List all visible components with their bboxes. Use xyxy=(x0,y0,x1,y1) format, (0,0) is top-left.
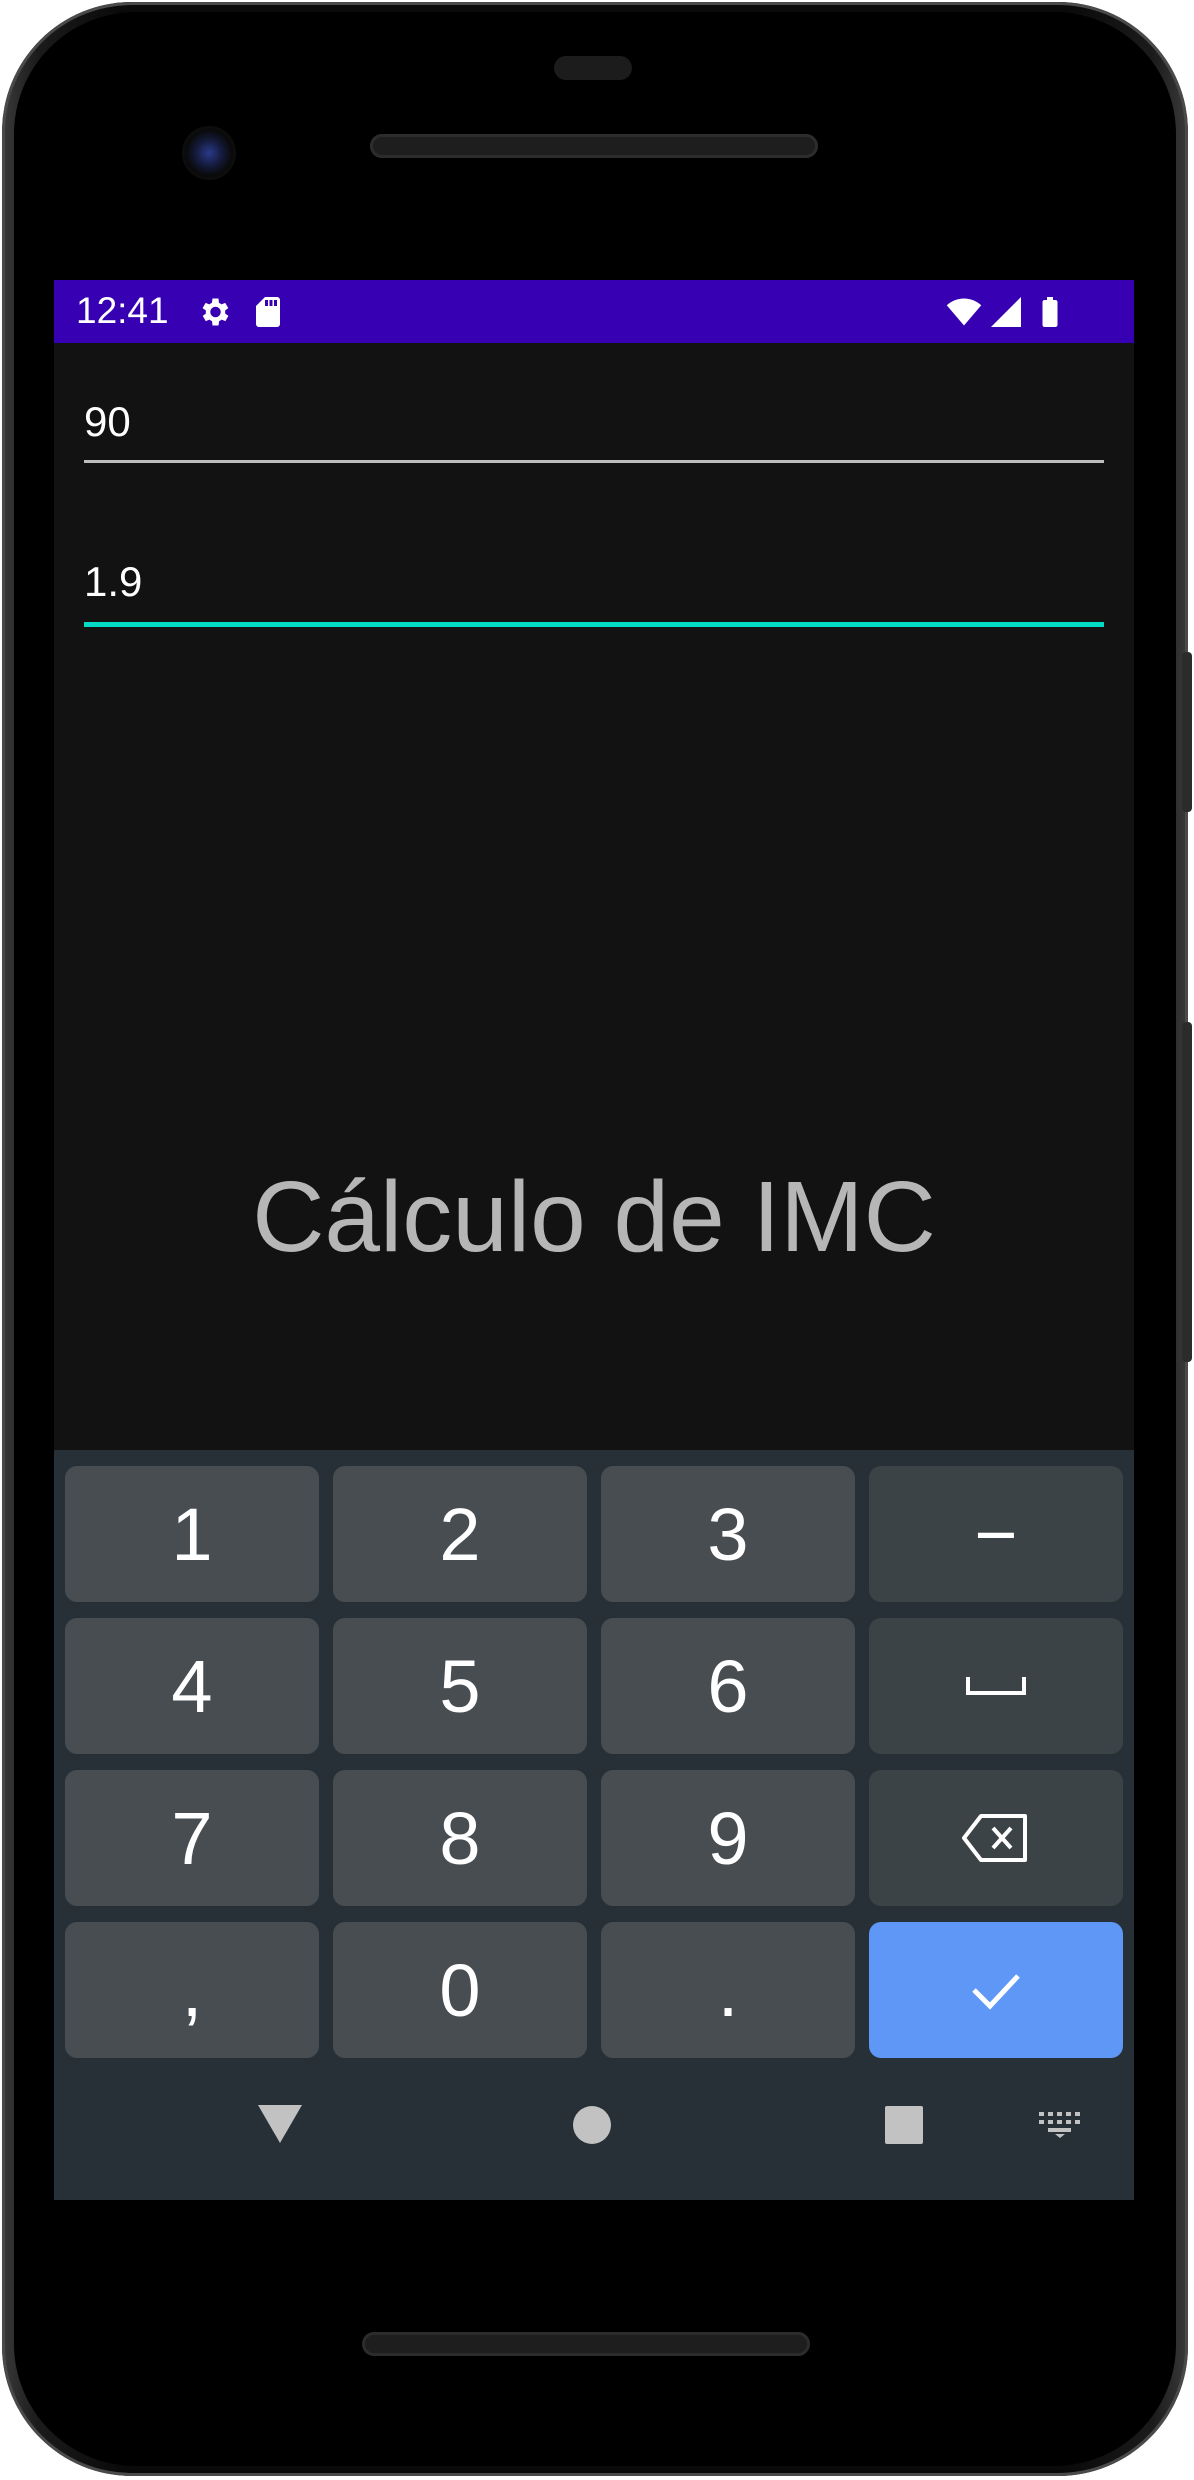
key-minus[interactable]: − xyxy=(869,1466,1123,1602)
weight-field-underline xyxy=(84,460,1104,463)
key-5[interactable]: 5 xyxy=(333,1618,587,1754)
volume-button xyxy=(1182,1022,1192,1362)
settings-gear-icon xyxy=(202,298,229,326)
bottom-speaker xyxy=(362,2332,810,2356)
key-6[interactable]: 6 xyxy=(601,1618,855,1754)
height-field-underline xyxy=(84,622,1104,627)
back-triangle-icon[interactable] xyxy=(258,2105,302,2145)
key-7[interactable]: 7 xyxy=(65,1770,319,1906)
key-8[interactable]: 8 xyxy=(333,1770,587,1906)
phone-frame: 12:41 90 1.9 Cálculo de IMC 1 2 3 − 4 5 … xyxy=(2,2,1192,2476)
key-4[interactable]: 4 xyxy=(65,1618,319,1754)
key-done[interactable] xyxy=(869,1922,1123,2058)
key-period[interactable]: . xyxy=(601,1922,855,2058)
keyboard-switch-icon[interactable] xyxy=(1039,2112,1081,2138)
key-backspace[interactable] xyxy=(869,1770,1123,1906)
numeric-keyboard: 1 2 3 − 4 5 6 7 8 9 , 0 . xyxy=(54,1450,1134,2200)
home-circle-icon[interactable] xyxy=(572,2105,612,2145)
power-button xyxy=(1182,652,1192,812)
status-time: 12:41 xyxy=(76,290,169,331)
proximity-sensor xyxy=(554,56,632,80)
key-2[interactable]: 2 xyxy=(333,1466,587,1602)
height-value: 1.9 xyxy=(84,558,143,605)
front-camera xyxy=(182,126,236,180)
app-title: Cálculo de IMC xyxy=(252,1161,936,1273)
screen: 12:41 90 1.9 Cálculo de IMC 1 2 3 − 4 5 … xyxy=(54,280,1134,2200)
top-speaker xyxy=(370,134,818,158)
weight-field[interactable]: 90 xyxy=(84,398,1104,478)
status-bar: 12:41 xyxy=(54,280,1134,343)
recents-square-icon[interactable] xyxy=(885,2105,923,2145)
sd-card-icon xyxy=(256,297,280,327)
key-0[interactable]: 0 xyxy=(333,1922,587,2058)
weight-value: 90 xyxy=(84,398,131,445)
key-space[interactable] xyxy=(869,1618,1123,1754)
key-9[interactable]: 9 xyxy=(601,1770,855,1906)
battery-icon xyxy=(1042,297,1058,327)
wifi-icon xyxy=(946,298,982,326)
key-comma[interactable]: , xyxy=(65,1922,319,2058)
checkmark-icon xyxy=(972,1974,1020,2010)
height-field[interactable]: 1.9 xyxy=(84,558,1104,638)
space-bar-icon xyxy=(966,1677,1026,1695)
key-3[interactable]: 3 xyxy=(601,1466,855,1602)
cell-signal-icon xyxy=(991,297,1021,327)
key-1[interactable]: 1 xyxy=(65,1466,319,1602)
backspace-icon xyxy=(962,1814,1027,1862)
